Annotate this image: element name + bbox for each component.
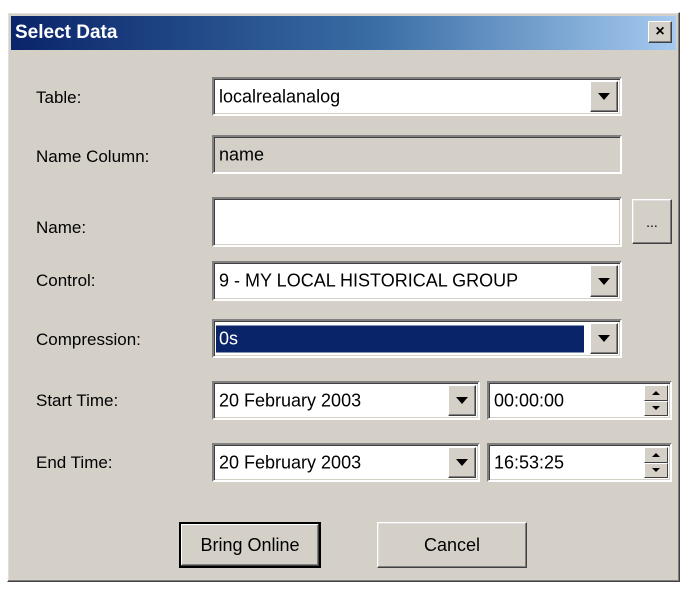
compression-dropdown-button[interactable] <box>590 323 618 354</box>
browse-label: ... <box>646 213 658 230</box>
compression-label: Compression: <box>36 330 141 349</box>
arrow-up-icon <box>652 390 660 395</box>
spin-down-button[interactable] <box>644 462 668 478</box>
start-time-value: 00:00:00 <box>494 390 565 410</box>
name-column-value: name <box>219 144 265 164</box>
end-date-dropdown-button[interactable] <box>448 447 476 478</box>
chevron-down-icon <box>598 335 610 342</box>
name-input[interactable] <box>212 197 622 247</box>
chevron-down-icon <box>598 277 610 285</box>
bring-online-label: Bring Online <box>200 534 300 555</box>
control-value: 9 - MY LOCAL HISTORICAL GROUP <box>219 270 519 291</box>
start-date-value: 20 February 2003 <box>219 390 362 410</box>
table-dropdown-button[interactable] <box>590 81 618 112</box>
browse-button[interactable]: ... <box>632 199 672 244</box>
table-dropdown[interactable]: localrealanalog <box>212 77 622 116</box>
select-data-dialog: Select Data × Table: localrealanalog Nam… <box>7 12 680 582</box>
end-time-label: End Time: <box>36 453 113 472</box>
chevron-down-icon <box>598 93 610 100</box>
compression-value: 0s <box>216 325 584 352</box>
name-label: Name: <box>36 218 87 237</box>
name-column-label: Name Column: <box>36 147 150 166</box>
table-label: Table: <box>36 88 82 107</box>
bring-online-button[interactable]: Bring Online <box>179 522 321 568</box>
start-time-label: Start Time: <box>36 391 119 410</box>
start-time-spin-buttons <box>644 385 668 416</box>
dialog-title: Select Data <box>15 22 118 43</box>
start-date-dropdown-button[interactable] <box>448 385 476 416</box>
start-date-picker[interactable]: 20 February 2003 <box>212 381 480 420</box>
arrow-up-icon <box>652 452 660 457</box>
end-date-value: 20 February 2003 <box>219 452 362 472</box>
control-dropdown-button[interactable] <box>590 265 618 297</box>
arrow-down-icon <box>652 406 660 411</box>
start-time-spinner[interactable]: 00:00:00 <box>487 381 672 420</box>
control-dropdown[interactable]: 9 - MY LOCAL HISTORICAL GROUP <box>212 261 622 301</box>
chevron-down-icon <box>456 459 468 466</box>
cancel-button[interactable]: Cancel <box>377 522 527 568</box>
control-label: Control: <box>36 271 96 290</box>
close-icon: × <box>655 23 665 40</box>
arrow-down-icon <box>652 468 660 473</box>
cancel-label: Cancel <box>423 534 481 555</box>
table-value: localrealanalog <box>219 86 341 106</box>
spin-up-button[interactable] <box>644 385 668 401</box>
close-button[interactable]: × <box>648 21 672 43</box>
end-time-spin-buttons <box>644 447 668 478</box>
spin-down-button[interactable] <box>644 400 668 416</box>
chevron-down-icon <box>456 397 468 404</box>
end-date-picker[interactable]: 20 February 2003 <box>212 443 480 482</box>
end-time-value: 16:53:25 <box>494 452 565 472</box>
spin-up-button[interactable] <box>644 447 668 463</box>
title-bar[interactable]: Select Data × <box>11 16 676 50</box>
compression-dropdown[interactable]: 0s <box>212 319 622 358</box>
name-column-field: name <box>212 135 622 174</box>
end-time-spinner[interactable]: 16:53:25 <box>487 443 672 482</box>
